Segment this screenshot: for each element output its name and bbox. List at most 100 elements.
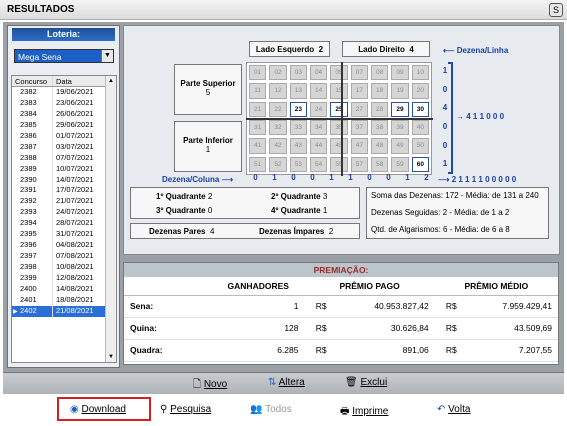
concurso-row[interactable]: 2397 07/08/2021 [12, 251, 116, 262]
lado-direito-value: 4 [409, 45, 414, 54]
exclui-button[interactable]: 🗑 Exclui [345, 377, 387, 388]
crud-toolbar: 🗋 Novo ⇅ Altera 🗑 Exclui [3, 372, 564, 394]
concurso-row[interactable]: 2387 03/07/2021 [12, 141, 116, 153]
quadrantes-box: 1º Quadrante 2 2º Quadrante 3 3º Quadran… [130, 187, 360, 219]
close-button[interactable]: S [549, 3, 563, 17]
concurso-row[interactable]: 2391 17/07/2021 [12, 185, 116, 197]
number-cell: 39 [391, 119, 409, 136]
concurso-date: 31/07/2021 [56, 229, 94, 239]
concurso-date: 21/07/2021 [56, 196, 94, 206]
premio-medio-value: 7.207,55 [468, 339, 558, 362]
col-ganhadores: GANHADORES [212, 277, 305, 296]
concurso-number: 2400 [12, 283, 53, 295]
number-cell: 07 [350, 65, 368, 81]
novo-button[interactable]: 🗋 Novo [193, 377, 227, 394]
imprime-button[interactable]: 🖶 Imprime [340, 404, 388, 421]
concurso-row[interactable]: 2398 10/08/2021 [12, 262, 116, 273]
todos-button[interactable]: 👥 Todos [250, 404, 292, 415]
concurso-row[interactable]: 2392 21/07/2021 [12, 196, 116, 208]
number-cell: 28 [371, 101, 389, 117]
column-count: 0 [253, 173, 258, 182]
lado-direito-box: Lado Direito 4 [342, 41, 430, 57]
column-count: 0 [310, 173, 315, 182]
scroll-up-icon[interactable]: ▲ [106, 76, 116, 86]
number-cell: 08 [371, 65, 389, 81]
number-cell: 25 [330, 101, 348, 117]
ganhadores-value: 1 [212, 295, 305, 318]
grid-scrollbar[interactable]: ▲ ▼ [105, 76, 116, 362]
concurso-row[interactable]: 2396 04/08/2021 [12, 240, 116, 252]
number-cell: 10 [411, 65, 429, 81]
todos-label: Todos [265, 404, 292, 415]
number-cell: 24 [310, 101, 328, 117]
concurso-row[interactable]: 2383 23/06/2021 [12, 97, 116, 109]
concurso-date: 24/07/2021 [56, 207, 94, 217]
pesquisa-label: Pesquisa [170, 404, 212, 415]
volta-button[interactable]: ↶ Volta [437, 404, 470, 415]
premiacao-panel: PREMIAÇÃO: GANHADORES PRÊMIO PAGO PRÊMIO… [123, 262, 559, 365]
concurso-number: 2388 [12, 152, 53, 164]
concurso-row[interactable]: 2401 18/08/2021 [12, 294, 116, 306]
concurso-row[interactable]: 2389 10/07/2021 [12, 163, 116, 175]
coluna-summary-value: 2 1 1 1 1 0 0 0 0 0 [451, 175, 517, 184]
concurso-date: 14/07/2021 [56, 174, 94, 184]
concurso-row[interactable]: 2386 01/07/2021 [12, 130, 116, 142]
concurso-row[interactable]: 2385 29/06/2021 [12, 119, 116, 131]
concurso-row[interactable]: 2393 24/07/2021 [12, 207, 116, 219]
impares-value: 2 [328, 227, 334, 236]
concurso-row[interactable]: 2402 21/08/2021 ▶ [12, 305, 116, 317]
concurso-row[interactable]: 2388 07/07/2021 [12, 152, 116, 164]
currency: R$ [304, 339, 338, 362]
loteria-select[interactable]: Mega Sena ▼ [14, 49, 114, 63]
number-cell: 13 [289, 83, 307, 99]
ganhadores-value: 6.285 [212, 339, 305, 362]
scroll-down-icon[interactable]: ▼ [106, 352, 116, 362]
pares-value: 4 [209, 227, 215, 236]
concurso-row[interactable]: 2384 26/06/2021 [12, 108, 116, 120]
premiacao-row: Quina: 128 R$ 30.626,84 R$ 43.509,69 [124, 317, 558, 340]
concurso-row[interactable]: 2394 28/07/2021 [12, 218, 116, 230]
title-bar: RESULTADOS S [0, 0, 567, 20]
concurso-row[interactable]: 2390 14/07/2021 [12, 174, 116, 186]
concurso-row[interactable]: 2400 14/08/2021 [12, 283, 116, 295]
parte-inferior-value: 1 [205, 145, 211, 154]
premio-pago-value: 40.953.827,42 [337, 295, 435, 318]
pesquisa-button[interactable]: ⚲ Pesquisa [160, 404, 211, 415]
concurso-number: 2399 [12, 272, 53, 284]
linha-summary: → 4 1 1 0 0 0 [456, 112, 504, 121]
stats-box: Soma das Dezenas: 172 - Média: de 131 a … [366, 187, 549, 239]
number-cell: 59 [391, 156, 409, 172]
concurso-date: 23/06/2021 [56, 97, 94, 107]
concurso-row[interactable]: 2399 12/08/2021 [12, 272, 116, 284]
number-cell: 37 [350, 119, 368, 136]
concurso-grid[interactable]: Concurso Data 2382 19/06/2021 2383 23/06/20… [11, 75, 117, 363]
column-count: 2 [424, 173, 429, 182]
concurso-number: 2386 [12, 130, 53, 142]
column-count: 1 [405, 173, 410, 182]
pares-label: Dezenas Pares [149, 227, 206, 236]
number-cell: 40 [411, 119, 429, 136]
trash-icon: 🗑 [345, 377, 358, 388]
concurso-date: 17/07/2021 [56, 185, 94, 195]
premio-label: Sena: [124, 295, 212, 318]
currency: R$ [434, 317, 469, 340]
concurso-row[interactable]: 2382 19/06/2021 [12, 87, 116, 98]
concurso-number: 2398 [12, 262, 53, 273]
exclui-label: Exclui [360, 377, 388, 388]
number-cell: 04 [310, 65, 328, 81]
premiacao-table: GANHADORES PRÊMIO PAGO PRÊMIO MÉDIO Sena… [124, 277, 558, 362]
concurso-row[interactable]: 2395 31/07/2021 [12, 229, 116, 241]
chevron-down-icon[interactable]: ▼ [101, 50, 113, 62]
concurso-date: 29/06/2021 [56, 119, 94, 129]
users-icon: 👥 [250, 404, 263, 415]
number-cell: 03 [289, 65, 307, 81]
concurso-date: 10/08/2021 [56, 262, 94, 271]
number-cell: 15 [330, 83, 348, 99]
number-cell: 23 [289, 101, 307, 117]
altera-button[interactable]: ⇅ Altera [268, 377, 305, 388]
col-header-data[interactable]: Data [53, 76, 105, 86]
number-cell: 34 [310, 119, 328, 136]
col-header-concurso[interactable]: Concurso [12, 76, 53, 86]
premio-pago-value: 30.626,84 [337, 317, 435, 340]
q2-label: 2º Quadrante [271, 192, 321, 201]
